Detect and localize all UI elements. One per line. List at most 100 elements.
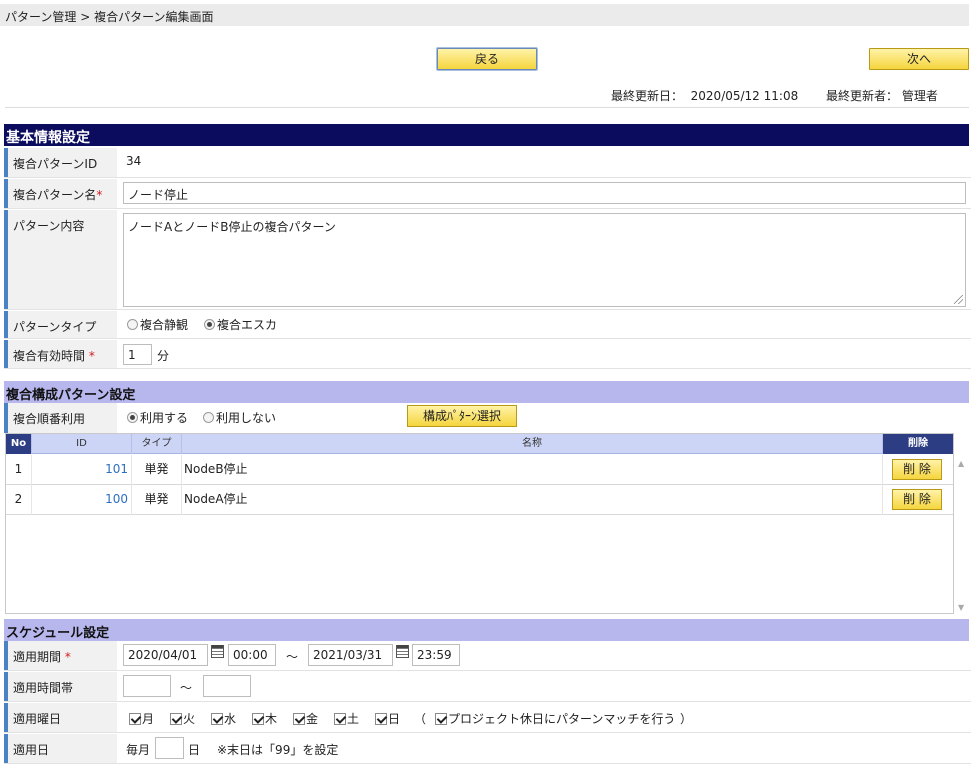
- end-time-input[interactable]: 23:59: [412, 644, 460, 666]
- order-radio-nouse[interactable]: 利用しない: [203, 409, 276, 426]
- end-date-input[interactable]: 2021/03/31: [308, 644, 393, 666]
- pattern-content-label: パターン内容: [4, 210, 117, 309]
- back-button[interactable]: 戻る: [437, 48, 537, 70]
- time-to-input[interactable]: [203, 675, 251, 697]
- required-mark: *: [96, 188, 103, 202]
- scroll-up-icon[interactable]: ▲: [958, 459, 964, 468]
- pattern-name-row: 複合パターン名* ノード停止: [4, 179, 971, 209]
- open-paren: （: [414, 712, 427, 726]
- update-info-bar: 最終更新日： 2020/05/12 11:08 最終更新者： 管理者: [5, 82, 969, 108]
- radio-selected-icon: [204, 319, 215, 330]
- weekday-text: 土: [347, 712, 360, 726]
- type-option-label: 複合静観: [140, 318, 189, 332]
- last-updater-value: 管理者: [901, 89, 938, 103]
- order-option-label: 利用しない: [216, 411, 277, 425]
- apply-day-label: 適用日: [4, 734, 117, 763]
- order-usage-label: 複合順番利用: [4, 403, 117, 433]
- period-separator: ～: [286, 650, 299, 664]
- col-type[interactable]: タイプ: [132, 434, 182, 454]
- start-time-input[interactable]: 00:00: [228, 644, 276, 666]
- col-id[interactable]: ID: [32, 434, 132, 454]
- period-label: 適用期間 *: [4, 641, 117, 670]
- select-pattern-button[interactable]: 構成ﾊﾟﾀｰﾝ選択: [407, 405, 517, 427]
- type-radio-escalation[interactable]: 複合エスカ: [204, 316, 277, 333]
- table-row[interactable]: 1 101 単発 NodeB停止 削 除: [6, 455, 953, 485]
- row-type: 単発: [132, 455, 182, 485]
- row-id-link[interactable]: 101: [32, 455, 132, 485]
- last-updated-value: 2020/05/12 11:08: [690, 89, 799, 103]
- weekday-checkbox-thu[interactable]: 木: [252, 710, 277, 727]
- scroll-down-icon[interactable]: ▼: [958, 603, 964, 612]
- delete-button[interactable]: 削 除: [892, 489, 942, 510]
- pattern-name-label-text: 複合パターン名: [13, 188, 97, 202]
- row-no: 2: [6, 485, 32, 515]
- resize-handle-icon[interactable]: [954, 295, 963, 304]
- valid-time-label: 複合有効時間 *: [4, 340, 117, 368]
- weekday-checkbox-fri[interactable]: 金: [293, 710, 318, 727]
- radio-selected-icon: [127, 412, 138, 423]
- pattern-content-textarea[interactable]: ノードAとノードB停止の複合パターン: [123, 213, 966, 307]
- row-name: NodeA停止: [182, 485, 883, 515]
- table-row[interactable]: 2 100 単発 NodeA停止 削 除: [6, 485, 953, 515]
- col-name[interactable]: 名称: [182, 434, 883, 454]
- weekday-checkbox-sat[interactable]: 土: [334, 710, 359, 727]
- order-radio-use[interactable]: 利用する: [127, 409, 188, 426]
- weekday-checkbox-sun[interactable]: 日: [375, 710, 400, 727]
- pattern-id-row: 複合パターンID 34: [4, 148, 971, 178]
- next-button[interactable]: 次へ: [869, 48, 969, 70]
- weekday-text: 水: [224, 712, 237, 726]
- weekday-checkbox-tue[interactable]: 火: [170, 710, 195, 727]
- valid-time-label-text: 複合有効時間: [13, 349, 86, 363]
- order-usage-row: 複合順番利用 利用する 利用しない 構成ﾊﾟﾀｰﾝ選択: [4, 403, 971, 433]
- time-range-row: 適用時間帯 ～: [4, 672, 971, 702]
- apply-day-row: 適用日 毎月 日 ※末日は「99」を設定: [4, 734, 971, 764]
- valid-time-input[interactable]: 1: [123, 344, 152, 365]
- weekday-checkbox-wed[interactable]: 水: [211, 710, 236, 727]
- pattern-name-label: 複合パターン名*: [4, 179, 117, 208]
- schedule-section-title: スケジュール設定: [4, 619, 969, 641]
- breadcrumb: パターン管理 > 複合パターン編集画面: [0, 4, 969, 26]
- last-updated-label: 最終更新日：: [611, 89, 684, 103]
- time-from-input[interactable]: [123, 675, 171, 697]
- pattern-name-input[interactable]: ノード停止: [123, 182, 966, 204]
- calendar-icon[interactable]: [396, 645, 409, 658]
- calendar-icon[interactable]: [211, 645, 224, 658]
- start-date-input[interactable]: 2020/04/01: [123, 644, 208, 666]
- time-range-separator: ～: [180, 681, 193, 695]
- checkbox-checked-icon: [334, 713, 346, 725]
- delete-button[interactable]: 削 除: [892, 459, 942, 480]
- weekday-text: 月: [142, 712, 155, 726]
- checkbox-checked-icon: [211, 713, 223, 725]
- close-paren: ）: [680, 712, 693, 726]
- weekday-checkbox-mon[interactable]: 月: [129, 710, 154, 727]
- last-updater-label: 最終更新者：: [826, 89, 899, 103]
- last-updater: 最終更新者： 管理者: [826, 87, 938, 104]
- order-option-label: 利用する: [140, 411, 189, 425]
- checkbox-checked-icon: [129, 713, 141, 725]
- col-no: No: [6, 434, 32, 454]
- period-label-text: 適用期間: [13, 650, 62, 664]
- apply-day-input[interactable]: [155, 737, 184, 759]
- col-delete: 削除: [883, 434, 953, 454]
- radio-icon: [203, 412, 214, 423]
- row-no: 1: [6, 455, 32, 485]
- last-updated: 最終更新日： 2020/05/12 11:08: [611, 87, 798, 104]
- weekday-text: 金: [306, 712, 319, 726]
- pattern-id-label: 複合パターンID: [4, 148, 117, 177]
- basic-info-section-title: 基本情報設定: [4, 124, 969, 146]
- apply-day-prefix: 毎月: [126, 743, 151, 757]
- checkbox-checked-icon: [435, 713, 447, 725]
- row-name: NodeB停止: [182, 455, 883, 485]
- weekday-text: 木: [265, 712, 278, 726]
- composite-pattern-table: No ID タイプ 名称 削除 1 101 単発 NodeB停止 削 除 2 1…: [5, 433, 954, 614]
- required-mark: *: [88, 349, 95, 363]
- table-scrollbar[interactable]: ▲ ▼: [956, 453, 969, 614]
- type-option-label: 複合エスカ: [217, 318, 278, 332]
- checkbox-checked-icon: [170, 713, 182, 725]
- valid-time-unit: 分: [157, 349, 170, 363]
- type-radio-static[interactable]: 複合静観: [127, 316, 188, 333]
- holiday-match-checkbox[interactable]: プロジェクト休日にパターンマッチを行う: [435, 710, 675, 727]
- row-id-link[interactable]: 100: [32, 485, 132, 515]
- pattern-content-text: ノードAとノードB停止の複合パターン: [128, 220, 336, 234]
- weekday-label: 適用曜日: [4, 703, 117, 732]
